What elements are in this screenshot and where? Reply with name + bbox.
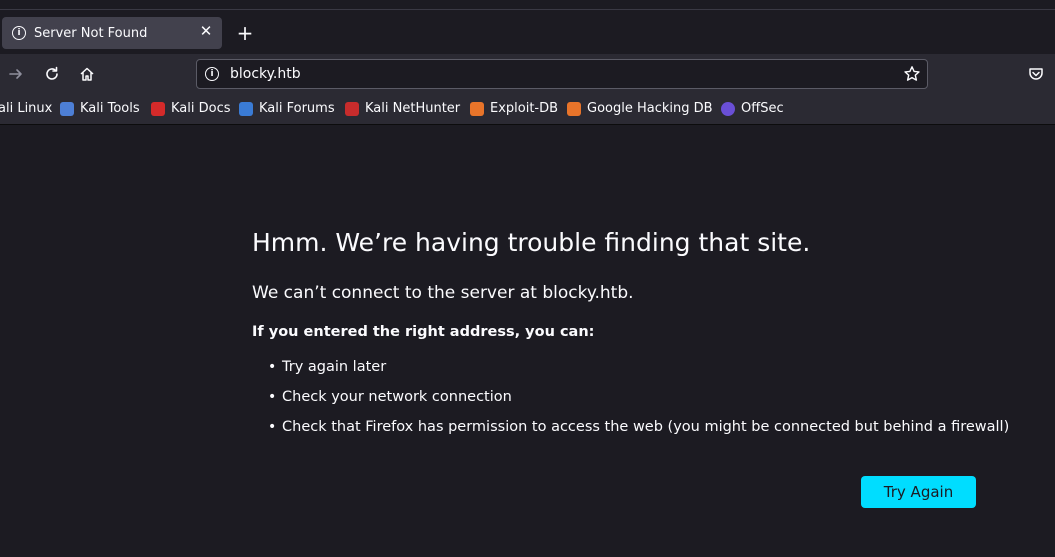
kali-tools-icon [60,101,74,116]
bookmark-label: Kali NetHunter [365,101,461,116]
bookmark-exploit-db[interactable]: Exploit-DB [470,101,558,116]
exploit-db-icon [470,101,484,116]
tab-server-not-found[interactable]: i Server Not Found ✕ [2,17,222,49]
bookmark-google-hacking-db[interactable]: Google Hacking DB [567,101,713,116]
forward-button[interactable] [2,60,30,88]
site-info-icon[interactable]: i [205,67,219,81]
url-text[interactable]: blocky.htb [230,66,301,82]
list-item: • Check that Firefox has permission to ac… [268,419,1010,435]
pocket-button[interactable] [1022,60,1050,88]
window-top-edge [0,0,1055,10]
try-again-button[interactable]: Try Again [861,476,976,508]
address-bar[interactable]: i blocky.htb [196,59,928,89]
pocket-icon [1029,68,1043,80]
kali-forums-icon [239,101,253,116]
list-item: • Try again later [268,359,387,375]
bookmark-offsec[interactable]: OffSec [721,101,784,116]
reload-icon [46,66,58,80]
arrow-right-icon [9,69,22,79]
error-title: Hmm. We’re having trouble finding that s… [252,228,811,257]
bookmark-label: ali Linux [0,101,53,116]
google-hacking-db-icon [567,101,581,116]
suggestion-list: • Try again later • Check your network con… [268,359,1009,449]
new-tab-button[interactable]: + [234,22,256,44]
bookmark-kali-forums[interactable]: Kali Forums [239,101,335,116]
navigation-toolbar: i blocky.htb [0,54,1055,94]
kali-docs-icon [151,101,165,116]
bookmark-label: Kali Forums [259,101,335,116]
close-tab-icon[interactable]: ✕ [198,23,214,39]
bookmark-label: Google Hacking DB [587,101,713,116]
bookmark-label: OffSec [741,101,784,116]
tab-bar: i Server Not Found ✕ + [0,10,1055,54]
error-description: We can’t connect to the server at blocky… [252,283,634,303]
suggestion-text: Try again later [282,359,387,375]
error-subtitle: If you entered the right address, you ca… [252,324,595,340]
list-item: • Check your network connection [268,389,512,405]
tab-title: Server Not Found [34,25,148,41]
kali-nethunter-icon [345,101,359,116]
bookmark-label: Exploit-DB [490,101,559,116]
info-icon: i [12,26,26,40]
bookmark-kali-docs[interactable]: Kali Docs [151,101,231,116]
bookmark-kali-nethunter[interactable]: Kali NetHunter [345,101,460,116]
error-page: Hmm. We’re having trouble finding that s… [0,125,1055,557]
suggestion-text: Check your network connection [282,389,512,405]
reload-button[interactable] [38,60,66,88]
bookmark-kali-linux[interactable]: ali Linux [0,101,52,116]
bookmark-label: Kali Docs [171,101,231,116]
suggestion-text: Check that Firefox has permission to acc… [282,419,1010,435]
bookmark-star-icon[interactable] [903,65,921,83]
home-icon [80,67,94,81]
bookmarks-toolbar: ali Linux Kali Tools Kali Docs Kali Foru… [0,94,1055,125]
offsec-icon [721,101,735,116]
bookmark-label: Kali Tools [80,101,140,116]
bookmark-kali-tools[interactable]: Kali Tools [60,101,140,116]
home-button[interactable] [73,60,101,88]
